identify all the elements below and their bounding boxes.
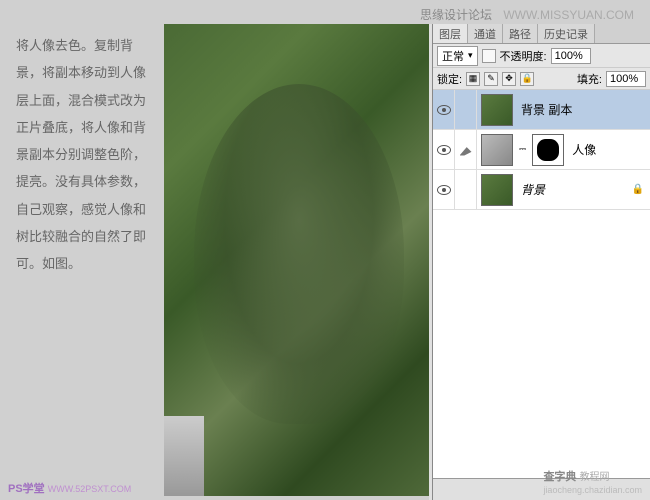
wm-right-url: jiaocheng.chazidian.com [543,485,642,495]
watermark-right: 查字典 教程网 jiaocheng.chazidian.com [543,468,642,496]
layer-thumbnail[interactable] [481,134,513,166]
site-name: 思缘设计论坛 [420,8,492,22]
blend-options-icon[interactable] [482,49,496,63]
visibility-toggle[interactable] [433,90,455,129]
tab-channels[interactable]: 通道 [468,24,503,43]
fill-input[interactable]: 100% [606,71,646,87]
fill-value: 100% [610,73,638,85]
layer-name[interactable]: 背景 副本 [521,101,572,118]
building-corner [164,416,204,496]
link-toggle[interactable] [455,130,477,169]
layers-list: 背景 副本 ⎓ 人像 背景 🔒 [433,90,650,478]
tree-face-composite [164,24,432,496]
eye-icon [437,105,451,115]
fill-label: 填充: [577,71,602,87]
layer-thumbnail[interactable] [481,174,513,206]
lock-position-icon[interactable]: ✥ [502,72,516,86]
wm-left-brand: PS学堂 [8,483,45,495]
blend-mode-dropdown[interactable]: 正常 ▾ [437,46,478,66]
watermark-left: PS学堂 WWW.52PSXT.COM [8,480,131,496]
opacity-value: 100% [555,50,583,62]
image-canvas[interactable] [164,24,432,496]
lock-pixels-icon[interactable]: ✎ [484,72,498,86]
eye-icon [437,145,451,155]
panel-tabs: 图层 通道 路径 历史记录 [433,24,650,44]
chevron-down-icon: ▾ [468,50,473,61]
visibility-toggle[interactable] [433,130,455,169]
brush-icon [460,144,472,156]
layer-row-background-copy[interactable]: 背景 副本 [433,90,650,130]
opacity-label: 不透明度: [500,48,547,64]
layer-row-background[interactable]: 背景 🔒 [433,170,650,210]
layer-row-portrait[interactable]: ⎓ 人像 [433,130,650,170]
mask-thumbnail[interactable] [532,134,564,166]
layer-name[interactable]: 人像 [572,141,596,158]
face-overlay [194,84,404,424]
layer-name[interactable]: 背景 [521,181,545,198]
mask-link-icon[interactable]: ⎓ [519,144,526,155]
link-toggle[interactable] [455,170,477,209]
wm-right-brand: 查字典 [543,471,576,483]
site-url: WWW.MISSYUAN.COM [503,8,634,22]
lock-fill-row: 锁定: ▦ ✎ ✥ 🔒 填充: 100% [433,68,650,90]
blend-mode-value: 正常 [442,48,464,64]
visibility-toggle[interactable] [433,170,455,209]
link-toggle[interactable] [455,90,477,129]
opacity-input[interactable]: 100% [551,48,591,64]
lock-label: 锁定: [437,71,462,87]
blend-opacity-row: 正常 ▾ 不透明度: 100% [433,44,650,68]
layer-thumbnail[interactable] [481,94,513,126]
lock-icon: 🔒 [632,184,644,195]
wm-right-sub: 教程网 [580,472,610,483]
tab-layers[interactable]: 图层 [433,24,468,43]
tab-history[interactable]: 历史记录 [538,24,595,43]
layers-panel: 图层 通道 路径 历史记录 正常 ▾ 不透明度: 100% 锁定: ▦ ✎ ✥ … [432,24,650,500]
instruction-text: 将人像去色。复制背景，将副本移动到人像层上面，混合模式改为正片叠底，将人像和背景… [16,32,156,278]
eye-icon [437,185,451,195]
wm-left-url: WWW.52PSXT.COM [48,484,132,494]
lock-all-icon[interactable]: 🔒 [520,72,534,86]
lock-transparency-icon[interactable]: ▦ [466,72,480,86]
tab-paths[interactable]: 路径 [503,24,538,43]
